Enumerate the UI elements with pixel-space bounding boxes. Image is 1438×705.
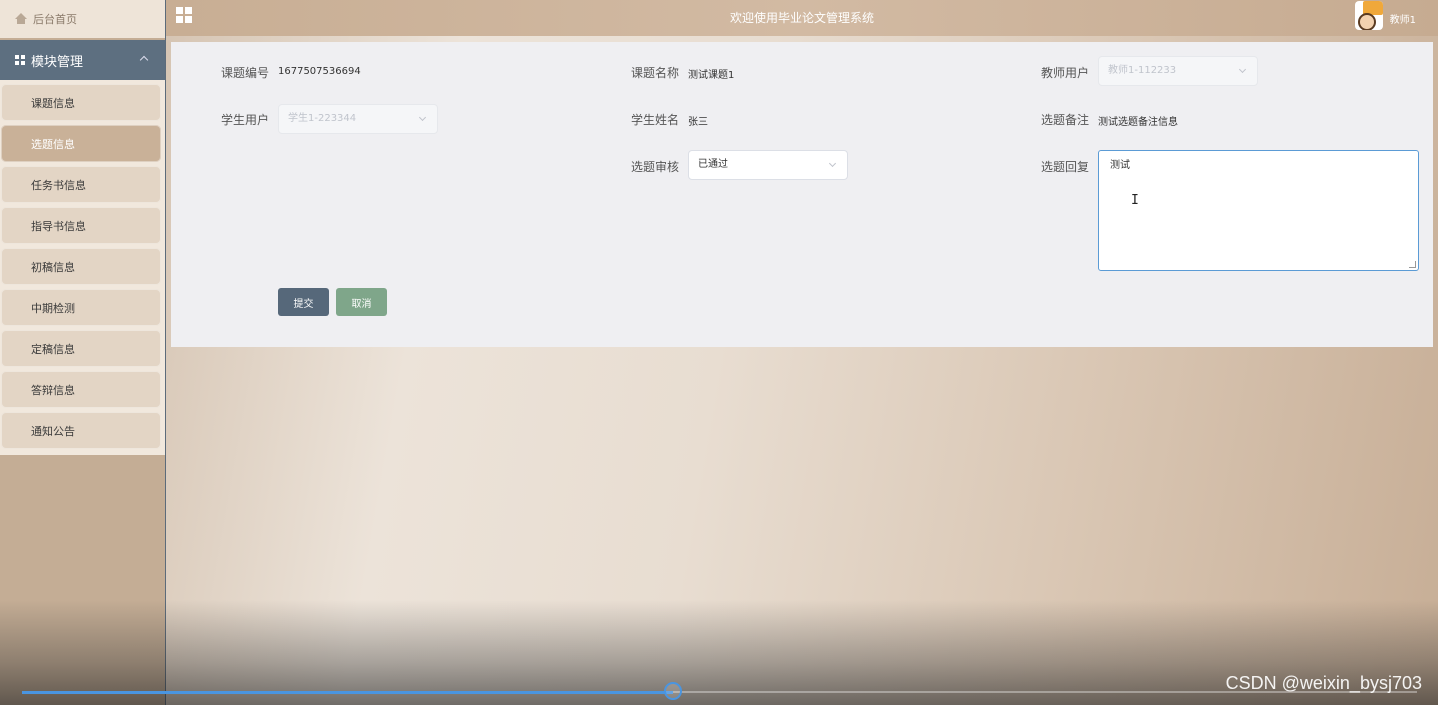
grid-icon (15, 55, 25, 65)
sidebar-item-defense-info[interactable]: 答辩信息 (1, 371, 161, 408)
chevron-up-icon (139, 55, 149, 65)
top-bar: 欢迎使用毕业论文管理系统 教师1 (166, 0, 1438, 36)
student-name-label: 学生姓名 (631, 113, 680, 127)
watermark: CSDN @weixin_bysj703 (1225, 673, 1422, 693)
reply-label: 选题回复 (1041, 160, 1090, 174)
teacher-user-label: 教师用户 (1041, 66, 1090, 80)
home-link[interactable]: 后台首页 (0, 0, 165, 38)
sidebar-item-topic-info[interactable]: 课题信息 (1, 84, 161, 121)
selection-note-value: 测试选题备注信息 (1098, 117, 1178, 128)
teacher-user-select: 教师1-112233 (1098, 56, 1258, 86)
text-cursor-icon: I (1131, 193, 1139, 208)
sidebar-item-label: 初稿信息 (31, 260, 75, 274)
chevron-down-icon (418, 113, 427, 122)
student-name-value: 张三 (688, 117, 708, 128)
home-label: 后台首页 (33, 13, 77, 26)
sidebar-item-guide-book[interactable]: 指导书信息 (1, 207, 161, 244)
student-user-value: 学生1-223344 (288, 113, 357, 124)
sidebar-item-label: 指导书信息 (31, 219, 86, 233)
sidebar-item-selection-info[interactable]: 选题信息 (1, 125, 161, 162)
sidebar-item-label: 答辩信息 (31, 383, 75, 397)
topic-no-value: 1677507536694 (278, 66, 361, 77)
teacher-user-value: 教师1-112233 (1108, 65, 1177, 76)
submit-button[interactable]: 提交 (278, 288, 329, 316)
page-title: 欢迎使用毕业论文管理系统 (729, 11, 874, 25)
cancel-button[interactable]: 取消 (336, 288, 387, 316)
video-progress-handle[interactable] (664, 682, 683, 700)
review-value: 已通过 (698, 159, 728, 170)
module-menu-header[interactable]: 模块管理 (0, 40, 165, 80)
chevron-down-icon (828, 159, 837, 168)
sidebar-item-label: 选题信息 (31, 137, 75, 151)
reply-textarea[interactable]: 测试 I (1098, 150, 1419, 271)
sidebar: 后台首页 模块管理 课题信息 选题信息 任务书信息 指导书信息 初稿信息 中期检… (0, 0, 166, 705)
selection-note-label: 选题备注 (1041, 113, 1090, 127)
module-label: 模块管理 (31, 54, 84, 70)
video-progress-fill (22, 691, 674, 694)
sidebar-item-notice[interactable]: 通知公告 (1, 412, 161, 449)
topic-name-label: 课题名称 (631, 66, 680, 80)
video-progress-bar[interactable] (22, 682, 1417, 700)
selection-form: 课题编号 1677507536694 课题名称 测试课题1 教师用户 教师1-1… (171, 42, 1433, 347)
sidebar-item-midterm-check[interactable]: 中期检测 (1, 289, 161, 326)
sidebar-item-label: 通知公告 (31, 424, 75, 438)
sidebar-item-final-draft[interactable]: 定稿信息 (1, 330, 161, 367)
sidebar-item-label: 定稿信息 (31, 342, 75, 356)
resize-handle-icon[interactable] (1409, 261, 1416, 268)
home-icon (15, 13, 27, 25)
sidebar-item-draft-info[interactable]: 初稿信息 (1, 248, 161, 285)
student-user-select: 学生1-223344 (278, 104, 438, 134)
sidebar-item-label: 课题信息 (31, 96, 75, 110)
sidebar-item-label: 中期检测 (31, 301, 75, 315)
topic-no-label: 课题编号 (221, 66, 270, 80)
chevron-down-icon (1238, 65, 1247, 74)
review-label: 选题审核 (631, 160, 680, 174)
reply-text: 测试 (1110, 160, 1130, 171)
video-overlay-shade (0, 600, 1438, 705)
avatar[interactable] (1355, 1, 1383, 30)
module-submenu: 课题信息 选题信息 任务书信息 指导书信息 初稿信息 中期检测 定稿信息 答辩信… (0, 80, 165, 455)
review-select[interactable]: 已通过 (688, 150, 848, 180)
topic-name-value: 测试课题1 (688, 70, 735, 81)
sidebar-item-task-book[interactable]: 任务书信息 (1, 166, 161, 203)
sidebar-item-label: 任务书信息 (31, 178, 86, 192)
student-user-label: 学生用户 (221, 113, 270, 127)
username[interactable]: 教师1 (1390, 11, 1416, 26)
